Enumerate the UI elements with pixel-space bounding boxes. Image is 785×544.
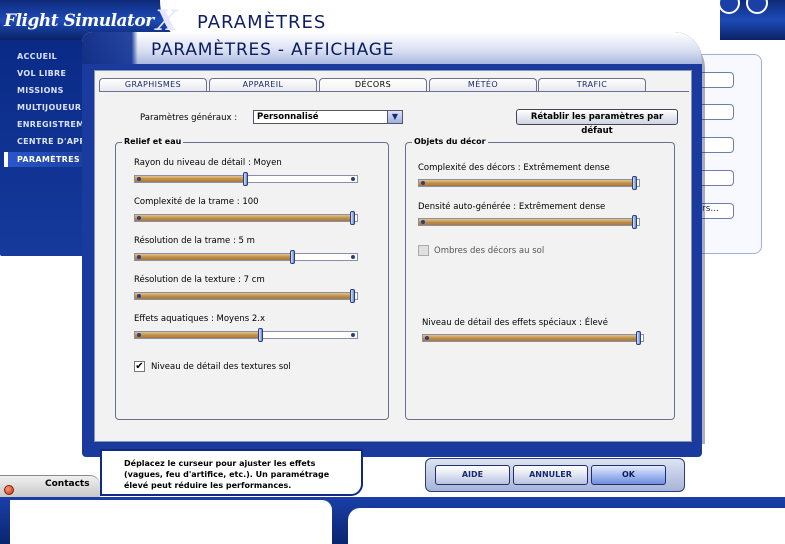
slider-thumb[interactable] [258, 328, 263, 342]
special-effects-slider[interactable] [422, 331, 644, 345]
scenery-complexity-slider[interactable] [418, 176, 640, 190]
sidebar-item-vol-libre[interactable]: VOL LIBRE [17, 69, 83, 78]
cancel-button[interactable]: ANNULER [513, 465, 588, 485]
bottom-panel-right [348, 508, 785, 544]
minimize-icon[interactable] [718, 0, 740, 14]
mesh-resolution-slider[interactable] [134, 250, 358, 264]
background-button-3[interactable] [700, 137, 734, 153]
sidebar-item-enregistrements[interactable]: ENREGISTREMENTS [17, 120, 83, 129]
slider-thumb[interactable] [632, 176, 637, 190]
slider-min-dot [425, 336, 429, 340]
dialog-content: GRAPHISMES APPAREIL DÉCORS MÉTÉO TRAFIC … [94, 70, 692, 442]
slider-min-dot [137, 177, 141, 181]
slider-fill [135, 254, 292, 260]
slider-min-dot [421, 220, 425, 224]
help-text-box: Déplacez le curseur pour ajuster les eff… [100, 449, 363, 496]
status-dot-icon [4, 485, 14, 495]
slider-fill [135, 293, 352, 299]
close-icon[interactable] [746, 0, 768, 14]
tab-meteo[interactable]: MÉTÉO [429, 78, 537, 91]
water-effects-slider[interactable] [134, 328, 358, 342]
dialog-title: PARAMÈTRES - AFFICHAGE [151, 40, 395, 60]
app-logo: Flight SimulatorX [4, 0, 177, 37]
background-button-2[interactable] [700, 104, 734, 120]
tab-divider [99, 91, 689, 92]
background-page-title: PARAMÈTRES [197, 12, 327, 33]
slider-thumb[interactable] [350, 211, 355, 225]
background-button-5[interactable]: rs... [700, 203, 734, 219]
slider-max-dot [351, 255, 355, 259]
mesh-complexity-slider[interactable] [134, 211, 358, 225]
ok-button[interactable]: OK [591, 465, 666, 485]
general-settings-select[interactable]: Personnalisé ▼ [253, 110, 403, 124]
slider-thumb[interactable] [636, 331, 641, 345]
sidebar-item-parametres[interactable]: PARAMÈTRES [17, 155, 83, 164]
slider-label-mesh-resolution: Résolution de la trame : 5 m [134, 236, 255, 246]
slider-min-dot [137, 216, 141, 220]
general-settings-label: Paramètres généraux : [140, 113, 238, 123]
slider-label-scenery-complexity: Complexité des décors : Extrêmement dens… [418, 163, 610, 173]
slider-thumb[interactable] [243, 172, 248, 186]
sidebar-item-missions[interactable]: MISSIONS [17, 86, 83, 95]
slider-max-dot [351, 333, 355, 337]
slider-fill [419, 219, 634, 225]
slider-fill [423, 335, 638, 341]
help-button[interactable]: AIDE [435, 465, 510, 485]
chevron-down-icon[interactable]: ▼ [387, 111, 402, 123]
contacts-label: Contacts [45, 479, 90, 489]
sidebar: ACCUEIL VOL LIBRE MISSIONS MULTIJOUEUR E… [0, 40, 84, 256]
general-settings-value: Personnalisé [257, 112, 319, 122]
ground-shadows-label: Ombres des décors au sol [434, 246, 545, 256]
slider-max-dot [351, 177, 355, 181]
check-icon: ✔ [135, 361, 144, 372]
ground-texture-lod-label: Niveau de détail des textures sol [151, 362, 291, 372]
logo-text: Flight Simulator [4, 11, 154, 31]
sidebar-item-centre-apprentissage[interactable]: CENTRE D'APPRENTISSAGE [17, 137, 83, 146]
sidebar-item-multijoueur[interactable]: MULTIJOUEUR [17, 103, 83, 112]
slider-label-mesh-complexity: Complexité de la trame : 100 [134, 197, 259, 207]
autogen-density-slider[interactable] [418, 215, 640, 229]
tab-trafic[interactable]: TRAFIC [538, 78, 646, 91]
slider-fill [419, 180, 634, 186]
display-settings-dialog: PARAMÈTRES - AFFICHAGE GRAPHISMES APPARE… [82, 32, 702, 457]
slider-thumb[interactable] [632, 215, 637, 229]
ground-texture-lod-checkbox[interactable]: ✔ [134, 361, 145, 372]
help-text: Déplacez le curseur pour ajuster les eff… [124, 459, 330, 490]
background-button-1[interactable] [700, 72, 734, 88]
slider-fill [135, 215, 352, 221]
slider-fill [135, 176, 245, 182]
texture-resolution-slider[interactable] [134, 289, 358, 303]
slider-label-autogen-density: Densité auto-générée : Extrêmement dense [418, 202, 606, 212]
slider-label-texture-resolution: Résolution de la texture : 7 cm [134, 275, 265, 285]
terrain-water-group: Relief et eau Rayon du niveau de détail … [115, 137, 389, 420]
slider-min-dot [137, 294, 141, 298]
terrain-group-title: Relief et eau [122, 137, 184, 146]
slider-min-dot [137, 255, 141, 259]
slider-label-lod-radius: Rayon du niveau de détail : Moyen [134, 158, 282, 168]
tab-appareil[interactable]: APPAREIL [209, 78, 317, 91]
tab-decors[interactable]: DÉCORS [319, 78, 427, 92]
bottom-panel-left [10, 500, 332, 544]
slider-label-water-effects: Effets aquatiques : Moyens 2.x [134, 314, 265, 324]
background-button-4[interactable] [700, 170, 734, 186]
window-controls [712, 0, 785, 18]
slider-thumb[interactable] [350, 289, 355, 303]
tab-graphismes[interactable]: GRAPHISMES [99, 78, 207, 91]
lod-radius-slider[interactable] [134, 172, 358, 186]
slider-min-dot [137, 333, 141, 337]
reset-defaults-button[interactable]: Rétablir les paramètres par défaut [516, 109, 678, 136]
contacts-bar[interactable]: Contacts [0, 475, 100, 497]
slider-min-dot [421, 181, 425, 185]
ground-shadows-checkbox[interactable] [418, 245, 429, 256]
scenery-group-title: Objets du décor [412, 137, 488, 146]
slider-thumb[interactable] [290, 250, 295, 264]
slider-label-special-effects: Niveau de détail des effets spéciaux : É… [422, 318, 608, 328]
scenery-objects-group: Objets du décor Complexité des décors : … [405, 137, 675, 420]
slider-fill [135, 332, 260, 338]
sidebar-item-accueil[interactable]: ACCUEIL [17, 52, 83, 61]
